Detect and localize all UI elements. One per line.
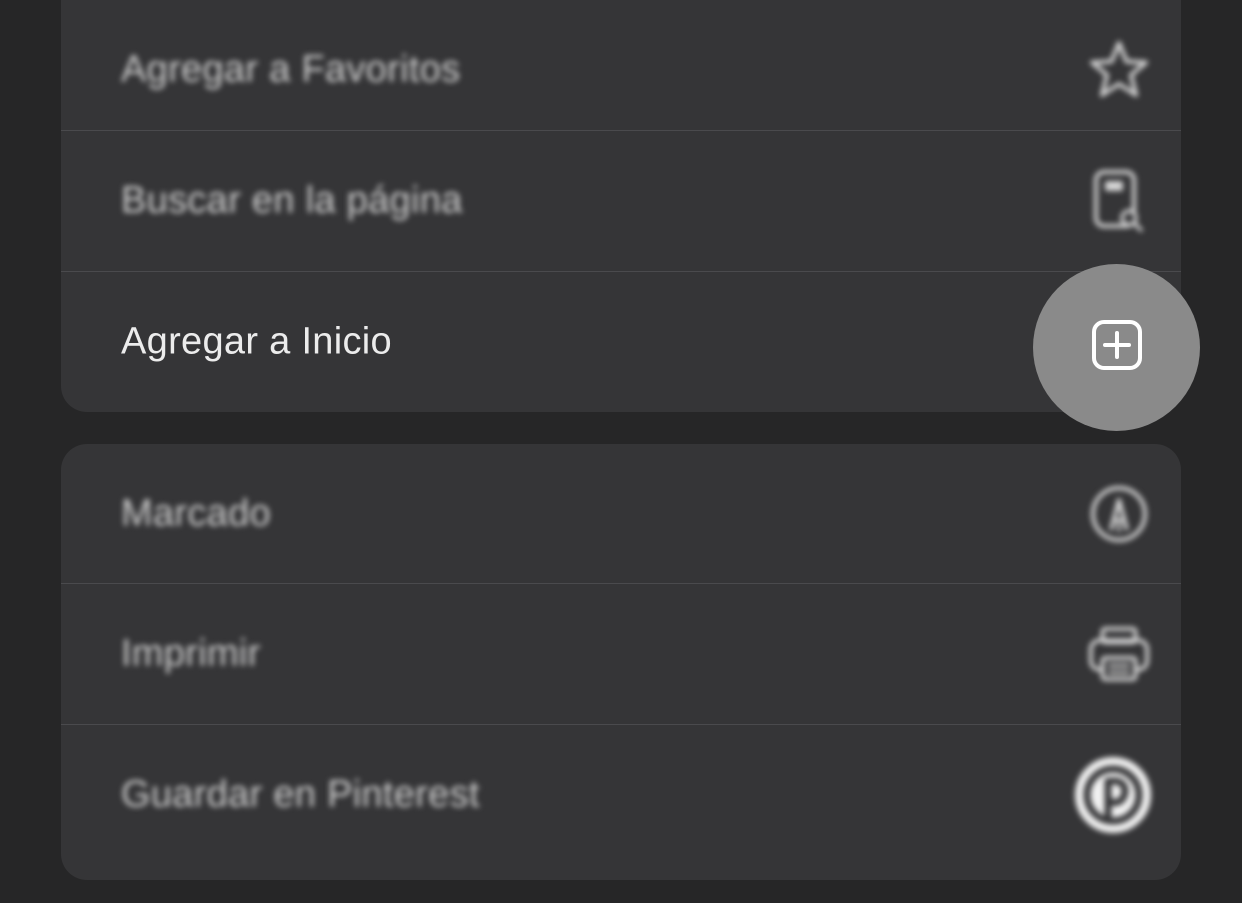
menu-item-find-on-page[interactable]: Buscar en la página: [61, 131, 1181, 271]
menu-item-label: Marcado: [121, 492, 271, 535]
pinterest-icon: [1073, 755, 1153, 835]
menu-item-label: Buscar en la página: [121, 179, 463, 222]
share-sheet-screen: Agregar a Favoritos Buscar en la página: [0, 0, 1242, 903]
menu-item-markup[interactable]: Marcado: [61, 444, 1181, 584]
menu-group-top: Agregar a Favoritos Buscar en la página: [61, 0, 1181, 412]
find-on-page-icon: [1087, 169, 1151, 233]
star-icon: [1087, 38, 1151, 102]
menu-item-label: Guardar en Pinterest: [121, 773, 480, 816]
menu-item-save-to-pinterest[interactable]: Guardar en Pinterest: [61, 725, 1181, 865]
printer-icon: [1087, 622, 1151, 686]
menu-item-add-to-favorites[interactable]: Agregar a Favoritos: [61, 0, 1181, 140]
menu-item-add-to-home[interactable]: Agregar a Inicio: [61, 272, 1181, 412]
markup-icon: [1087, 482, 1151, 546]
menu-item-label: Agregar a Favoritos: [121, 48, 461, 91]
touch-highlight[interactable]: [1033, 264, 1200, 431]
menu-item-label: Agregar a Inicio: [121, 320, 392, 363]
menu-item-print[interactable]: Imprimir: [61, 584, 1181, 724]
add-square-icon: [1091, 319, 1143, 376]
menu-group-bottom: Marcado Imprimir Guardar en Pinterest: [61, 444, 1181, 880]
menu-item-label: Imprimir: [121, 632, 261, 675]
